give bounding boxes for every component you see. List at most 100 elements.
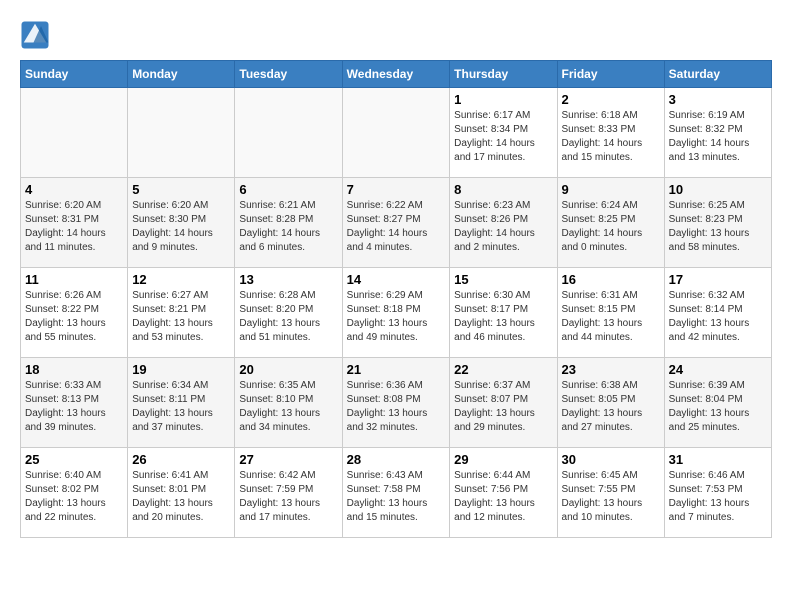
day-number: 13 — [239, 272, 337, 287]
day-number: 15 — [454, 272, 552, 287]
logo — [20, 20, 54, 50]
day-number: 25 — [25, 452, 123, 467]
day-info: Sunrise: 6:36 AM Sunset: 8:08 PM Dayligh… — [347, 379, 446, 435]
calendar-cell: 27 Sunrise: 6:42 AM Sunset: 7:59 PM Dayli… — [235, 448, 342, 538]
calendar-week-row: 4 Sunrise: 6:20 AM Sunset: 8:31 PM Daylig… — [21, 178, 772, 268]
day-info: Sunrise: 6:20 AM Sunset: 8:31 PM Dayligh… — [25, 199, 123, 255]
calendar-cell: 25 Sunrise: 6:40 AM Sunset: 8:02 PM Dayli… — [21, 448, 128, 538]
day-number: 9 — [562, 182, 660, 197]
calendar-cell: 31 Sunrise: 6:46 AM Sunset: 7:53 PM Dayli… — [664, 448, 771, 538]
day-number: 30 — [562, 452, 660, 467]
calendar-cell: 20 Sunrise: 6:35 AM Sunset: 8:10 PM Dayli… — [235, 358, 342, 448]
calendar-cell: 29Sunrise: 6:44 AM Sunset: 7:56 PM Dayli… — [450, 448, 557, 538]
weekday-header: Thursday — [450, 61, 557, 88]
day-number: 14 — [347, 272, 446, 287]
day-info: Sunrise: 6:33 AM Sunset: 8:13 PM Dayligh… — [25, 379, 123, 435]
day-number: 1 — [454, 92, 552, 107]
calendar-cell: 13 Sunrise: 6:28 AM Sunset: 8:20 PM Dayli… — [235, 268, 342, 358]
calendar-cell: 21 Sunrise: 6:36 AM Sunset: 8:08 PM Dayli… — [342, 358, 450, 448]
day-info: Sunrise: 6:30 AM Sunset: 8:17 PM Dayligh… — [454, 289, 552, 345]
calendar-cell: 26 Sunrise: 6:41 AM Sunset: 8:01 PM Dayli… — [128, 448, 235, 538]
weekday-header: Saturday — [664, 61, 771, 88]
day-number: 3 — [669, 92, 767, 107]
day-info: Sunrise: 6:41 AM Sunset: 8:01 PM Dayligh… — [132, 469, 230, 525]
calendar-cell: 15 Sunrise: 6:30 AM Sunset: 8:17 PM Dayli… — [450, 268, 557, 358]
day-number: 4 — [25, 182, 123, 197]
weekday-header: Sunday — [21, 61, 128, 88]
day-number: 11 — [25, 272, 123, 287]
calendar-week-row: 11 Sunrise: 6:26 AM Sunset: 8:22 PM Dayli… — [21, 268, 772, 358]
day-info: Sunrise: 6:34 AM Sunset: 8:11 PM Dayligh… — [132, 379, 230, 435]
day-info: Sunrise: 6:22 AM Sunset: 8:27 PM Dayligh… — [347, 199, 446, 255]
calendar-cell — [21, 88, 128, 178]
day-info: Sunrise: 6:42 AM Sunset: 7:59 PM Dayligh… — [239, 469, 337, 525]
day-number: 16 — [562, 272, 660, 287]
day-info: Sunrise: 6:39 AM Sunset: 8:04 PM Dayligh… — [669, 379, 767, 435]
calendar-cell: 18 Sunrise: 6:33 AM Sunset: 8:13 PM Dayli… — [21, 358, 128, 448]
day-number: 20 — [239, 362, 337, 377]
calendar-cell: 3 Sunrise: 6:19 AM Sunset: 8:32 PM Daylig… — [664, 88, 771, 178]
calendar-cell: 28Sunrise: 6:43 AM Sunset: 7:58 PM Dayli… — [342, 448, 450, 538]
weekday-header: Monday — [128, 61, 235, 88]
calendar-cell: 30Sunrise: 6:45 AM Sunset: 7:55 PM Dayli… — [557, 448, 664, 538]
calendar-cell: 16Sunrise: 6:31 AM Sunset: 8:15 PM Dayli… — [557, 268, 664, 358]
day-number: 31 — [669, 452, 767, 467]
day-number: 19 — [132, 362, 230, 377]
weekday-header: Tuesday — [235, 61, 342, 88]
day-info: Sunrise: 6:37 AM Sunset: 8:07 PM Dayligh… — [454, 379, 552, 435]
calendar-cell: 23Sunrise: 6:38 AM Sunset: 8:05 PM Dayli… — [557, 358, 664, 448]
calendar-cell: 12 Sunrise: 6:27 AM Sunset: 8:21 PM Dayli… — [128, 268, 235, 358]
calendar-cell: 8Sunrise: 6:23 AM Sunset: 8:26 PM Daylig… — [450, 178, 557, 268]
day-number: 28 — [347, 452, 446, 467]
calendar-cell: 14 Sunrise: 6:29 AM Sunset: 8:18 PM Dayli… — [342, 268, 450, 358]
day-number: 6 — [239, 182, 337, 197]
day-number: 18 — [25, 362, 123, 377]
day-number: 12 — [132, 272, 230, 287]
day-number: 26 — [132, 452, 230, 467]
day-info: Sunrise: 6:17 AM Sunset: 8:34 PM Dayligh… — [454, 109, 552, 165]
calendar-cell: 10 Sunrise: 6:25 AM Sunset: 8:23 PM Dayli… — [664, 178, 771, 268]
day-number: 22 — [454, 362, 552, 377]
weekday-header: Wednesday — [342, 61, 450, 88]
day-info: Sunrise: 6:26 AM Sunset: 8:22 PM Dayligh… — [25, 289, 123, 345]
day-info: Sunrise: 6:29 AM Sunset: 8:18 PM Dayligh… — [347, 289, 446, 345]
day-info: Sunrise: 6:28 AM Sunset: 8:20 PM Dayligh… — [239, 289, 337, 345]
day-info: Sunrise: 6:40 AM Sunset: 8:02 PM Dayligh… — [25, 469, 123, 525]
day-info: Sunrise: 6:46 AM Sunset: 7:53 PM Dayligh… — [669, 469, 767, 525]
day-number: 24 — [669, 362, 767, 377]
calendar-cell: 24 Sunrise: 6:39 AM Sunset: 8:04 PM Dayli… — [664, 358, 771, 448]
day-info: Sunrise: 6:44 AM Sunset: 7:56 PM Dayligh… — [454, 469, 552, 525]
calendar-header-row: SundayMondayTuesdayWednesdayThursdayFrid… — [21, 61, 772, 88]
day-info: Sunrise: 6:20 AM Sunset: 8:30 PM Dayligh… — [132, 199, 230, 255]
page-header — [20, 20, 772, 50]
day-number: 21 — [347, 362, 446, 377]
day-number: 10 — [669, 182, 767, 197]
weekday-header: Friday — [557, 61, 664, 88]
day-number: 7 — [347, 182, 446, 197]
calendar-week-row: 18 Sunrise: 6:33 AM Sunset: 8:13 PM Dayli… — [21, 358, 772, 448]
day-info: Sunrise: 6:32 AM Sunset: 8:14 PM Dayligh… — [669, 289, 767, 345]
day-info: Sunrise: 6:35 AM Sunset: 8:10 PM Dayligh… — [239, 379, 337, 435]
calendar-cell: 6 Sunrise: 6:21 AM Sunset: 8:28 PM Daylig… — [235, 178, 342, 268]
calendar-week-row: 1 Sunrise: 6:17 AM Sunset: 8:34 PM Daylig… — [21, 88, 772, 178]
calendar-cell — [128, 88, 235, 178]
day-number: 27 — [239, 452, 337, 467]
calendar-cell: 22 Sunrise: 6:37 AM Sunset: 8:07 PM Dayli… — [450, 358, 557, 448]
day-number: 8 — [454, 182, 552, 197]
calendar-cell — [342, 88, 450, 178]
day-number: 23 — [562, 362, 660, 377]
day-info: Sunrise: 6:21 AM Sunset: 8:28 PM Dayligh… — [239, 199, 337, 255]
calendar-cell: 7 Sunrise: 6:22 AM Sunset: 8:27 PM Daylig… — [342, 178, 450, 268]
day-info: Sunrise: 6:24 AM Sunset: 8:25 PM Dayligh… — [562, 199, 660, 255]
calendar-week-row: 25 Sunrise: 6:40 AM Sunset: 8:02 PM Dayli… — [21, 448, 772, 538]
calendar-cell: 5 Sunrise: 6:20 AM Sunset: 8:30 PM Daylig… — [128, 178, 235, 268]
calendar-cell: 17Sunrise: 6:32 AM Sunset: 8:14 PM Dayli… — [664, 268, 771, 358]
calendar-cell — [235, 88, 342, 178]
day-number: 5 — [132, 182, 230, 197]
day-info: Sunrise: 6:27 AM Sunset: 8:21 PM Dayligh… — [132, 289, 230, 345]
calendar-cell: 9 Sunrise: 6:24 AM Sunset: 8:25 PM Daylig… — [557, 178, 664, 268]
day-info: Sunrise: 6:25 AM Sunset: 8:23 PM Dayligh… — [669, 199, 767, 255]
calendar-cell: 4 Sunrise: 6:20 AM Sunset: 8:31 PM Daylig… — [21, 178, 128, 268]
calendar-cell: 1 Sunrise: 6:17 AM Sunset: 8:34 PM Daylig… — [450, 88, 557, 178]
day-info: Sunrise: 6:19 AM Sunset: 8:32 PM Dayligh… — [669, 109, 767, 165]
